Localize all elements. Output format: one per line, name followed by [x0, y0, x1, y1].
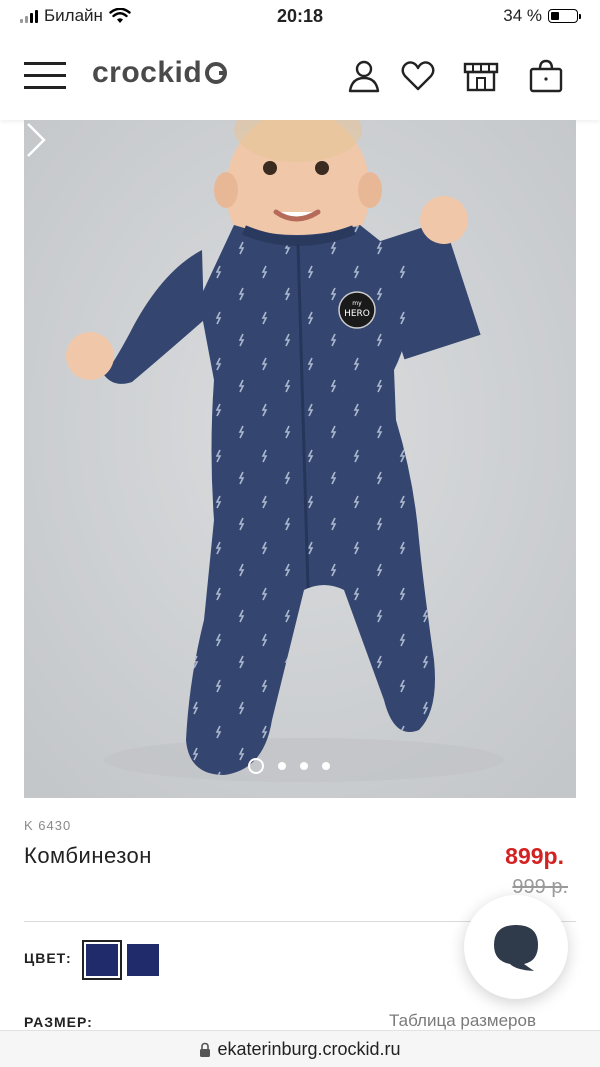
- store-icon[interactable]: [463, 58, 499, 94]
- status-bar: Билайн 20:18 34 %: [0, 0, 600, 34]
- browser-url-bar[interactable]: ekaterinburg.crockid.ru: [0, 1030, 600, 1067]
- product-price: 899р.: [505, 843, 564, 869]
- battery-icon: [548, 9, 581, 23]
- logo-mark-icon: [205, 62, 228, 84]
- site-logo[interactable]: crockid: [92, 56, 228, 90]
- site-header: crockid: [0, 34, 600, 120]
- menu-icon[interactable]: [24, 60, 66, 92]
- product-gallery[interactable]: my HERO: [24, 120, 576, 798]
- chevron-right-icon[interactable]: [24, 120, 48, 160]
- product-photo: my HERO: [24, 120, 576, 798]
- badge-text-top: my: [352, 300, 362, 307]
- gallery-dot-4[interactable]: [322, 762, 330, 770]
- color-label: ЦВЕТ:: [24, 950, 72, 966]
- size-table-link[interactable]: Таблица размеров: [389, 1011, 536, 1031]
- color-swatch-1[interactable]: [82, 940, 122, 980]
- cart-icon[interactable]: [528, 58, 564, 94]
- battery-percent: 34 %: [503, 6, 542, 25]
- product-name: Комбинезон: [24, 843, 152, 868]
- chat-icon: [494, 925, 538, 971]
- chat-button[interactable]: [464, 895, 568, 999]
- color-swatch-2[interactable]: [127, 944, 159, 976]
- user-icon[interactable]: [346, 58, 382, 94]
- size-label: РАЗМЕР:: [24, 1014, 93, 1030]
- heart-icon[interactable]: [400, 58, 436, 94]
- gallery-pagination: [248, 758, 330, 774]
- gallery-dot-2[interactable]: [278, 762, 286, 770]
- gallery-dot-3[interactable]: [300, 762, 308, 770]
- logo-text: crockid: [92, 56, 203, 89]
- status-right: 34 %: [503, 6, 581, 26]
- badge-text-main: HERO: [344, 309, 370, 319]
- lock-icon: [200, 1042, 211, 1058]
- product-sku: K 6430: [24, 818, 72, 833]
- url-text: ekaterinburg.crockid.ru: [217, 1039, 401, 1059]
- gallery-dot-1[interactable]: [248, 758, 264, 774]
